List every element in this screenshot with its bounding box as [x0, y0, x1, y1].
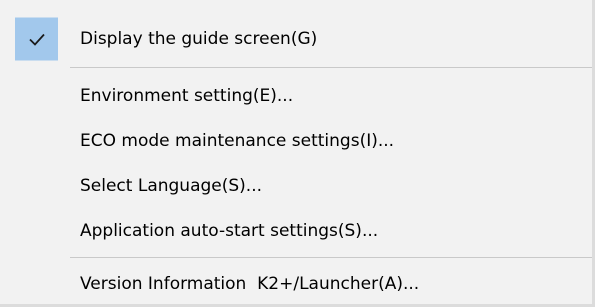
check-highlight: [15, 17, 58, 61]
menu-item-label: Version Information K2+/Launcher(A)...: [80, 274, 420, 294]
menu-item-environment-setting[interactable]: Environment setting(E)...: [0, 75, 592, 117]
checkmark-icon: [28, 33, 45, 46]
menu-item-select-language[interactable]: Select Language(S)...: [0, 165, 592, 207]
menu-item-label: Select Language(S)...: [80, 176, 263, 196]
menu-item-auto-start-settings[interactable]: Application auto-start settings(S)...: [0, 210, 592, 252]
menu-item-label: ECO mode maintenance settings(I)...: [80, 131, 395, 151]
menu-item-label: Environment setting(E)...: [80, 86, 294, 106]
menu-item-version-information[interactable]: Version Information K2+/Launcher(A)...: [0, 263, 592, 305]
menu-separator: [70, 257, 592, 258]
menu-item-label: Application auto-start settings(S)...: [80, 221, 379, 241]
menu-separator: [70, 67, 592, 68]
menu-item-eco-mode-maintenance[interactable]: ECO mode maintenance settings(I)...: [0, 120, 592, 162]
context-menu: Display the guide screen(G) Environment …: [0, 0, 595, 307]
menu-item-display-guide-screen[interactable]: Display the guide screen(G): [0, 17, 592, 61]
menu-item-label: Display the guide screen(G): [80, 29, 318, 49]
